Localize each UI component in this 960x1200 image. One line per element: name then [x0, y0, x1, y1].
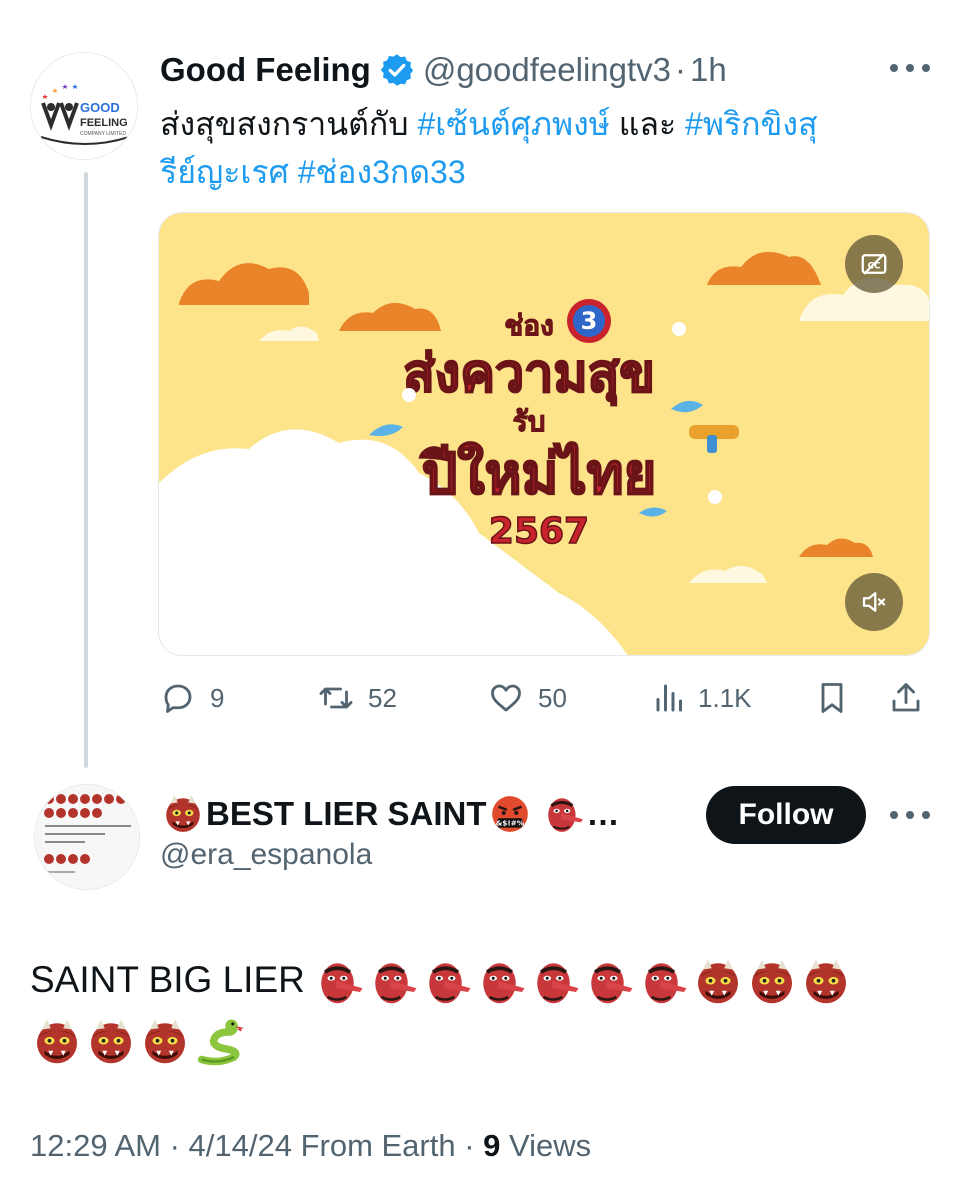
reply-body: SAINT BIG LIER	[30, 950, 930, 1070]
reply-timestamp[interactable]: 12:29 AM · 4/14/24 From Earth ·	[30, 1128, 483, 1163]
verified-badge-icon	[380, 54, 414, 86]
more-icon[interactable]	[890, 809, 930, 821]
thread-connector-line	[84, 172, 88, 768]
ogre-emoji-icon	[747, 957, 797, 1007]
reply-author-handle[interactable]: @era_espanola	[160, 838, 372, 872]
views-button[interactable]: 1.1K	[652, 672, 752, 724]
like-count: 50	[538, 682, 567, 713]
reply-views-label: Views	[500, 1128, 592, 1163]
video-title-line2: ส่งความสุข	[403, 344, 655, 406]
video-title-line1: ช่อง	[504, 309, 554, 342]
like-icon	[491, 684, 521, 712]
cc-icon: CC	[861, 253, 887, 275]
reply-header: BEST LIER SAINT …	[160, 790, 620, 838]
ogre-emoji-icon	[162, 793, 204, 835]
name-ellipsis: …	[586, 795, 620, 832]
repost-button[interactable]: 52	[318, 672, 397, 724]
reply-count: 9	[210, 682, 225, 713]
separator-dot: ·	[675, 51, 687, 88]
share-icon	[892, 683, 920, 712]
tengu-emoji-icon	[531, 957, 581, 1007]
tengu-emoji-icon	[423, 957, 473, 1007]
video-title-line3: รับ	[513, 405, 546, 438]
repost-icon	[319, 687, 353, 709]
mute-button[interactable]	[845, 573, 903, 631]
tweet-time[interactable]: 1h	[690, 51, 727, 89]
share-button[interactable]	[888, 672, 938, 724]
video-title-line4: ปีใหม่ไทย	[420, 441, 657, 507]
tengu-emoji-icon	[477, 957, 527, 1007]
snake-emoji-icon	[194, 1017, 244, 1067]
follow-button[interactable]: Follow	[706, 786, 866, 844]
ogre-emoji-icon	[32, 1017, 82, 1067]
tengu-emoji-icon	[585, 957, 635, 1007]
reply-text: SAINT BIG LIER	[30, 959, 305, 1000]
ogre-emoji-icon	[693, 957, 743, 1007]
author-handle[interactable]: @goodfeelingtv3	[423, 51, 671, 89]
hashtag-link[interactable]: #เซ้นต์ศุภพงษ์	[417, 106, 609, 142]
reply-icon	[164, 684, 192, 713]
author-avatar[interactable]: GOOD FEELING COMPANY LIMITED	[30, 52, 138, 160]
avatar-text-company: COMPANY LIMITED	[80, 131, 126, 137]
mute-icon	[862, 592, 886, 612]
bookmark-icon	[821, 683, 843, 713]
reply-meta: 12:29 AM · 4/14/24 From Earth · 9 Views	[30, 1128, 591, 1164]
captions-button[interactable]: CC	[845, 235, 903, 293]
reply-button[interactable]: 9	[160, 672, 224, 724]
tweet-text-part	[289, 154, 298, 190]
reply-author-name[interactable]: BEST LIER SAINT	[206, 795, 487, 833]
video-logo-number: 3	[581, 307, 598, 335]
views-icon	[656, 684, 682, 712]
avatar-text-good: GOOD	[80, 100, 120, 115]
repost-count: 52	[368, 682, 397, 713]
tweet-text-part: ส่งสุขสงกรานต์กับ	[160, 106, 418, 142]
reply-views-count: 9	[483, 1128, 501, 1163]
author-name[interactable]: Good Feeling	[160, 51, 371, 89]
ogre-emoji-icon	[801, 957, 851, 1007]
bookmark-button[interactable]	[814, 672, 864, 724]
video-player[interactable]: 3 ช่อง ส่งความสุข รับ ปีใหม่ไทย 2567 CC	[158, 212, 930, 656]
tengu-emoji-icon	[639, 957, 689, 1007]
tengu-emoji-icon	[543, 793, 585, 835]
angry-emoji-icon	[489, 793, 531, 835]
tweet-body: ส่งสุขสงกรานต์กับ #เซ้นต์ศุภพงษ์ และ #พร…	[160, 100, 920, 196]
ogre-emoji-icon	[140, 1017, 190, 1067]
like-button[interactable]: 50	[488, 672, 567, 724]
hashtag-link[interactable]: #ช่อง3กด33	[298, 154, 466, 190]
video-frame: 3 ช่อง ส่งความสุข รับ ปีใหม่ไทย 2567	[159, 213, 929, 655]
reply-author-avatar[interactable]	[34, 784, 140, 890]
tengu-emoji-icon	[369, 957, 419, 1007]
ogre-emoji-icon	[86, 1017, 136, 1067]
video-title-line5: 2567	[489, 511, 589, 552]
tengu-emoji-icon	[315, 957, 365, 1007]
avatar-text-feeling: FEELING	[80, 117, 128, 129]
more-icon[interactable]	[890, 62, 930, 74]
tweet-actions: 9 52 50 1.1K	[160, 672, 930, 724]
views-count: 1.1K	[698, 682, 752, 713]
tweet-header: Good Feeling @goodfeelingtv3 · 1h	[160, 48, 727, 92]
tweet-text-part: และ	[609, 106, 686, 142]
